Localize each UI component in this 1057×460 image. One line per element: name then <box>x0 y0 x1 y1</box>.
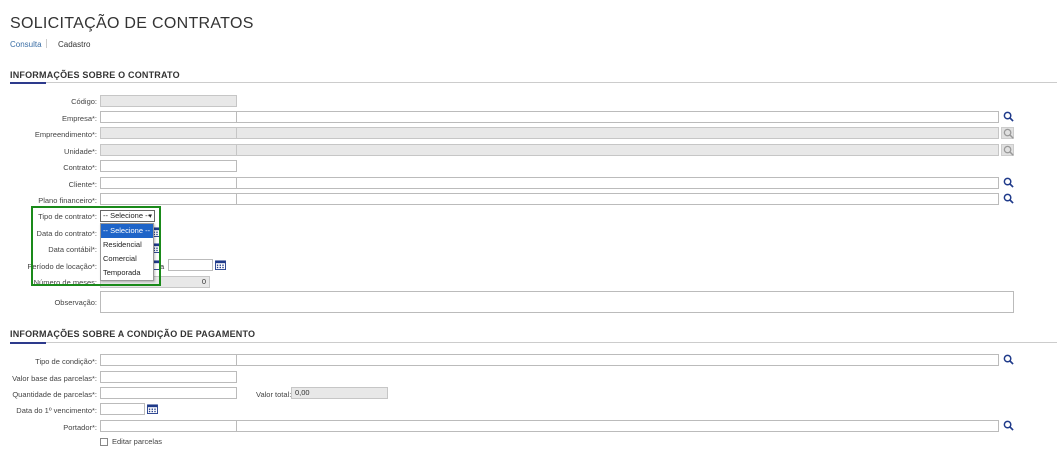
tipo-condicao-name-input[interactable] <box>237 354 999 366</box>
search-icon[interactable] <box>1003 354 1014 365</box>
empreendimento-code-input <box>100 127 237 139</box>
editar-parcelas-label: Editar parcelas <box>112 437 163 446</box>
data-vencimento-input[interactable] <box>100 403 145 415</box>
label-plano-financeiro: Plano financeiro*: <box>38 196 97 205</box>
page-title: SOLICITAÇÃO DE CONTRATOS <box>10 15 254 32</box>
valor-base-input[interactable] <box>100 371 237 383</box>
label-cliente: Cliente*: <box>68 180 97 189</box>
plano-code-input[interactable] <box>100 193 237 205</box>
portador-code-input[interactable] <box>100 420 237 432</box>
search-icon <box>1003 128 1014 139</box>
breadcrumb-consulta[interactable]: Consulta <box>10 40 42 49</box>
codigo-field <box>100 95 237 107</box>
cliente-code-input[interactable] <box>100 177 237 189</box>
label-quantidade-parcelas: Quantidade de parcelas*: <box>12 390 97 399</box>
search-icon[interactable] <box>1003 111 1014 122</box>
search-button-disabled <box>1001 127 1014 139</box>
observacao-textarea[interactable] <box>100 291 1014 313</box>
valor-total-field: 0,00 <box>291 387 388 399</box>
periodo-fim-input[interactable] <box>168 259 213 271</box>
quantidade-parcelas-input[interactable] <box>100 387 237 399</box>
plano-name-input[interactable] <box>237 193 999 205</box>
label-observacao: Observação: <box>54 298 97 307</box>
contrato-input[interactable] <box>100 160 237 172</box>
calendar-icon[interactable] <box>147 404 158 414</box>
unidade-name-input <box>237 144 999 156</box>
editar-parcelas-checkbox[interactable] <box>100 438 108 446</box>
section-accent <box>10 342 46 344</box>
breadcrumb-cadastro[interactable]: Cadastro <box>58 40 90 49</box>
breadcrumb-separator <box>46 39 47 48</box>
search-icon[interactable] <box>1003 193 1014 204</box>
section-accent <box>10 82 46 84</box>
contract-section-title: INFORMAÇÕES SOBRE O CONTRATO <box>10 70 180 80</box>
search-icon[interactable] <box>1003 420 1014 431</box>
cliente-name-input[interactable] <box>237 177 999 189</box>
calendar-icon[interactable] <box>215 260 226 270</box>
label-empreendimento: Empreendimento*: <box>34 130 97 139</box>
search-icon[interactable] <box>1003 177 1014 188</box>
section-divider <box>10 342 1057 343</box>
label-tipo-condicao: Tipo de condição*: <box>35 357 97 366</box>
empresa-code-input[interactable] <box>100 111 237 123</box>
payment-section-title: INFORMAÇÕES SOBRE A CONDIÇÃO DE PAGAMENT… <box>10 329 256 339</box>
unidade-code-input <box>100 144 237 156</box>
empresa-name-input[interactable] <box>237 111 999 123</box>
label-codigo: Código: <box>71 97 97 106</box>
search-icon <box>1003 145 1014 156</box>
label-unidade: Unidade*: <box>64 147 97 156</box>
label-empresa: Empresa*: <box>61 114 97 123</box>
portador-name-input[interactable] <box>237 420 999 432</box>
label-portador: Portador*: <box>63 423 97 432</box>
section-divider <box>10 82 1057 83</box>
label-valor-total: Valor total: <box>256 390 292 399</box>
label-data-vencimento: Data do 1º vencimento*: <box>16 406 97 415</box>
highlight-box <box>31 206 161 286</box>
empreendimento-name-input <box>237 127 999 139</box>
tipo-condicao-code-input[interactable] <box>100 354 237 366</box>
label-contrato: Contrato*: <box>63 163 97 172</box>
search-button-disabled <box>1001 144 1014 156</box>
label-valor-base: Valor base das parcelas*: <box>12 374 97 383</box>
